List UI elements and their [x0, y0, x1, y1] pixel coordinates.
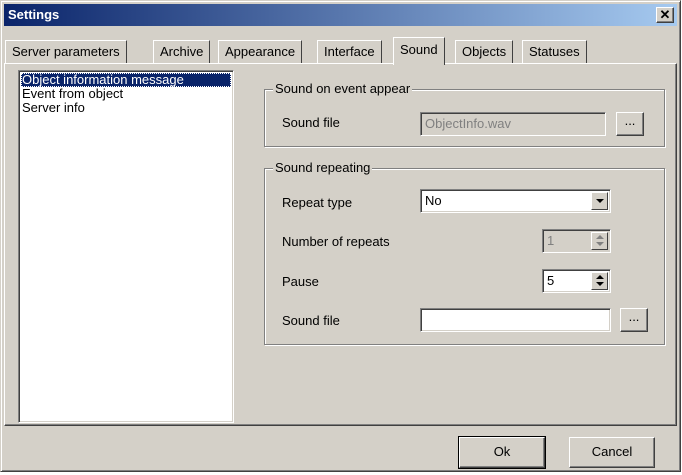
number-of-repeats-stepper[interactable]: 1: [542, 229, 611, 253]
repeat-sound-browse-button[interactable]: ...: [620, 308, 648, 332]
tab-server-parameters[interactable]: Server parameters: [5, 40, 127, 63]
list-item-object-information-message[interactable]: Object information message: [21, 73, 231, 87]
close-icon[interactable]: ✕: [656, 7, 674, 23]
spin-updown-icon[interactable]: [591, 272, 608, 290]
list-item-server-info[interactable]: Server info: [21, 101, 231, 115]
cancel-button[interactable]: Cancel: [569, 437, 655, 468]
repeat-sound-file-field[interactable]: [420, 308, 611, 332]
repeat-type-value: No: [425, 193, 442, 208]
list-item-event-from-object[interactable]: Event from object: [21, 87, 231, 101]
tab-objects[interactable]: Objects: [455, 40, 514, 63]
ok-button[interactable]: Ok: [458, 436, 546, 469]
title-bar: Settings ✕: [4, 4, 677, 26]
pause-stepper[interactable]: 5: [542, 269, 611, 293]
tab-sound[interactable]: Sound: [393, 37, 445, 65]
event-sound-file-field[interactable]: ObjectInfo.wav: [420, 112, 606, 136]
tab-archive[interactable]: Archive: [153, 40, 211, 63]
window-title: Settings: [8, 7, 60, 22]
event-sound-browse-button[interactable]: ...: [616, 112, 644, 136]
repeat-type-label: Repeat type: [282, 195, 353, 210]
number-of-repeats-value: 1: [547, 233, 555, 248]
repeat-type-select[interactable]: No: [420, 189, 611, 213]
sound-file-label: Sound file: [282, 115, 340, 130]
number-of-repeats-label: Number of repeats: [282, 234, 390, 249]
group-title: Sound on event appear: [273, 81, 413, 97]
event-list[interactable]: Object information message Event from ob…: [18, 70, 234, 423]
pause-value: 5: [547, 273, 555, 288]
tab-statuses[interactable]: Statuses: [522, 40, 587, 63]
spin-updown-icon[interactable]: [591, 232, 608, 250]
group-title: Sound repeating: [273, 160, 373, 176]
chevron-down-icon[interactable]: [591, 192, 608, 210]
tab-appearance[interactable]: Appearance: [218, 40, 303, 63]
tab-interface[interactable]: Interface: [317, 40, 382, 63]
repeat-sound-file-label: Sound file: [282, 313, 340, 328]
pause-label: Pause: [282, 274, 319, 289]
